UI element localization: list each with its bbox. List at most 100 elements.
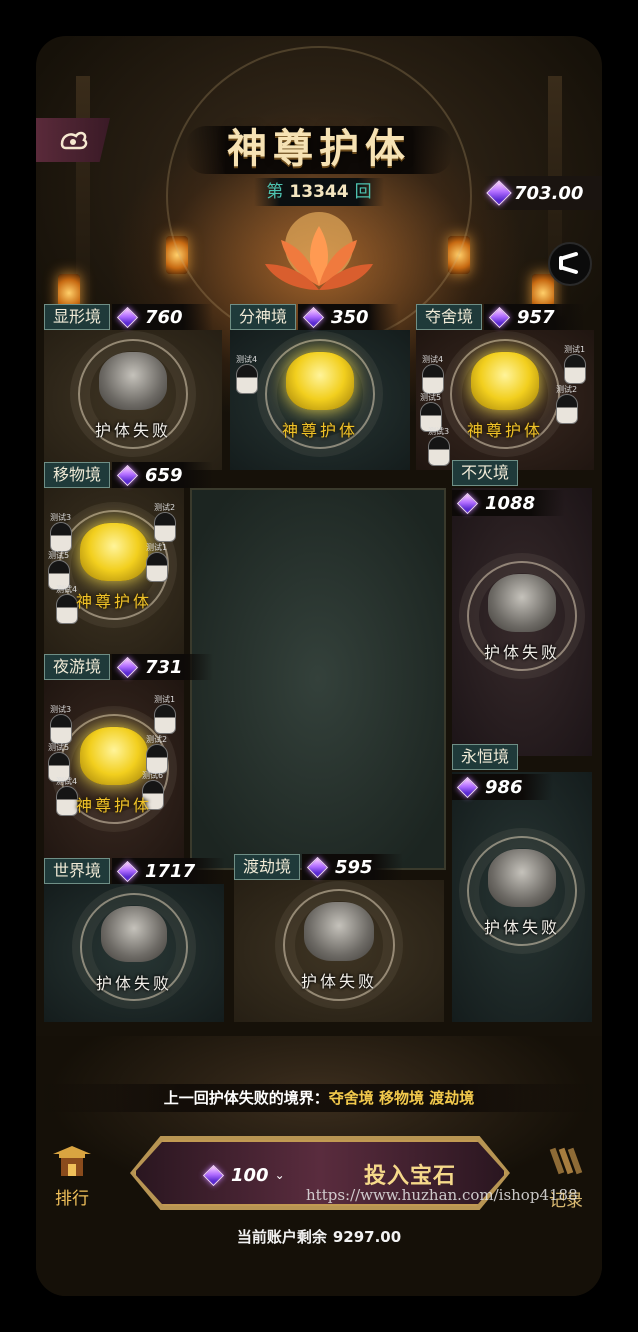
realm-name-tag: 不灭境 <box>452 460 519 486</box>
realm-status: 神尊护体 <box>75 592 152 612</box>
stone-guardian-beast-icon <box>487 573 557 632</box>
realm-card[interactable]: 护体失败 <box>44 884 224 1022</box>
bet-amount-select[interactable]: 100 ⌄ <box>202 1162 285 1188</box>
realm-card[interactable]: 护体失败 <box>234 880 444 1022</box>
realm-status: 神尊护体 <box>75 796 152 816</box>
player-name-label: 测试5 <box>420 393 442 402</box>
realm-bet-total: 760 <box>112 304 213 330</box>
gem-icon <box>306 856 329 878</box>
realm-card[interactable]: 测试3 测试2 测试5 测试1 测试4 神尊护体 <box>44 488 184 654</box>
gem-icon <box>486 180 512 206</box>
player-name-label: 测试4 <box>56 777 78 786</box>
share-button[interactable] <box>548 242 592 286</box>
player-name-label: 测试3 <box>50 513 72 522</box>
realm-card[interactable]: 护体失败 <box>452 772 592 1022</box>
center-panel <box>190 488 446 870</box>
player-avatar <box>236 364 258 394</box>
menu-button[interactable] <box>36 118 110 162</box>
golden-guardian-beast-icon <box>470 351 540 410</box>
realm-bet-value: 595 <box>335 856 373 878</box>
realm-status: 神尊护体 <box>281 421 358 441</box>
pavilion-icon <box>53 1146 91 1176</box>
realm-bet-total: 350 <box>298 304 399 330</box>
gem-icon <box>116 860 139 882</box>
round-prefix: 第 <box>266 182 284 202</box>
realm-card[interactable]: 护体失败 <box>452 488 592 756</box>
realm-bet-value: 957 <box>517 306 555 328</box>
realm-status: 护体失败 <box>94 421 171 441</box>
watermark-text: https://www.huzhan.com/ishop4188 <box>306 1186 578 1204</box>
realm-bet-value: 350 <box>331 306 369 328</box>
cloud-swirl-icon <box>60 131 88 150</box>
realm-bet-total: 659 <box>112 462 213 488</box>
realm-bet-value: 986 <box>485 776 523 798</box>
page-title: 神尊护体 <box>227 125 411 172</box>
realm-bet-value: 1088 <box>485 492 536 514</box>
realm-status: 神尊护体 <box>466 421 543 441</box>
last-round-fail-info: 上一回护体失败的境界：夺舍境 移物境 渡劫境 <box>36 1084 602 1112</box>
realm-bet-total: 731 <box>112 654 213 680</box>
gem-icon <box>456 776 479 798</box>
gem-icon <box>116 306 139 328</box>
player-name-label: 测试4 <box>236 355 258 364</box>
player-avatar <box>154 512 176 542</box>
player-avatar <box>50 522 72 552</box>
player-name-label: 测试2 <box>154 503 176 512</box>
player-name-label: 测试2 <box>146 735 168 744</box>
golden-guardian-beast-icon <box>79 726 149 785</box>
realm-card[interactable]: 测试4 测试1 测试5 测试2 测试3 神尊护体 <box>416 330 594 470</box>
ranking-button[interactable]: 排行 <box>46 1144 98 1209</box>
realm-bet-value: 659 <box>145 464 183 486</box>
round-number: 13344 <box>289 182 349 202</box>
realm-card[interactable]: 测试4 神尊护体 <box>230 330 410 470</box>
last-fail-realms: 夺舍境 移物境 渡劫境 <box>328 1089 475 1107</box>
bet-amount-value: 100 <box>231 1164 269 1186</box>
player-name-label: 测试5 <box>48 743 70 752</box>
realm-name-tag: 分神境 <box>230 304 297 330</box>
player-name-label: 测试5 <box>48 551 70 560</box>
stone-guardian-beast-icon <box>100 905 168 963</box>
player-avatar <box>422 364 444 394</box>
realm-status: 护体失败 <box>483 918 560 938</box>
gem-icon <box>202 1164 225 1186</box>
account-balance: 当前账户剩余 9297.00 <box>36 1226 602 1247</box>
last-fail-label: 上一回护体失败的境界： <box>163 1089 329 1107</box>
stone-guardian-beast-icon <box>487 848 557 907</box>
lotus-icon <box>265 212 373 290</box>
share-icon <box>559 252 578 274</box>
scroll-icon <box>549 1147 583 1175</box>
player-name-label: 测试4 <box>422 355 444 364</box>
realm-name-tag: 永恒境 <box>452 744 519 770</box>
realm-bet-total: 986 <box>452 774 553 800</box>
realm-name-tag: 夜游境 <box>44 654 111 680</box>
stone-guardian-beast-icon <box>304 902 374 962</box>
realm-card[interactable]: 护体失败 <box>44 330 222 470</box>
player-name-label: 测试1 <box>564 345 586 354</box>
player-avatar <box>564 354 586 384</box>
gem-balance: 703.00 <box>484 176 602 210</box>
realm-card[interactable]: 测试3 测试1 测试5 测试2 测试4 测试6 神尊护体 <box>44 680 184 870</box>
realm-name-tag: 移物境 <box>44 462 111 488</box>
player-avatar <box>146 552 168 582</box>
player-name-label: 测试6 <box>142 771 164 780</box>
realm-bet-value: 731 <box>145 656 183 678</box>
realm-name-tag: 世界境 <box>44 858 111 884</box>
realm-bet-total: 1088 <box>452 490 566 516</box>
round-suffix: 回 <box>354 182 372 202</box>
player-avatar <box>154 704 176 734</box>
account-label: 当前账户剩余 <box>236 1228 327 1246</box>
realm-status: 护体失败 <box>483 643 560 663</box>
player-name-label: 测试3 <box>50 705 72 714</box>
golden-guardian-beast-icon <box>285 351 355 410</box>
realm-name-tag: 渡劫境 <box>234 854 301 880</box>
stone-guardian-beast-icon <box>98 351 168 410</box>
account-value: 9297.00 <box>332 1228 402 1246</box>
chevron-down-icon: ⌄ <box>274 1168 285 1182</box>
round-counter: 第 13344 回 <box>254 178 384 206</box>
player-name-label: 测试1 <box>146 543 168 552</box>
player-name-label: 测试2 <box>556 385 578 394</box>
game-screen: 神尊护体 第 13344 回 703.00 上一回护体失败的境界：夺舍境 移物境 渡… <box>36 36 602 1296</box>
gem-icon <box>488 306 511 328</box>
gem-icon <box>116 464 139 486</box>
realm-name-tag: 显形境 <box>44 304 111 330</box>
